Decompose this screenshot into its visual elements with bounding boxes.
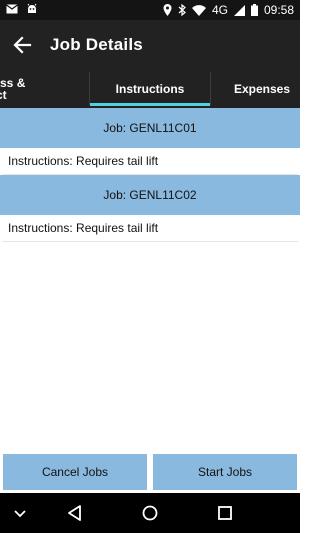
location-icon [163,4,172,16]
page-title: Job Details [50,35,143,54]
tab-expenses[interactable]: Expenses [234,70,300,108]
cancel-jobs-label: Cancel Jobs [41,465,109,479]
status-time: 09:58 [263,3,294,17]
status-bar: 4G 09:58 [0,0,300,20]
signal-icon [233,4,245,16]
back-triangle-icon[interactable] [65,503,85,523]
bluetooth-icon [178,4,186,16]
job-list: Job: GENL11C01 Instructions: Requires ta… [0,108,300,453]
tab-expenses-label: Expenses [234,82,291,96]
job-instructions-text: Instructions: Requires tail lift [8,154,159,168]
tab-selected-indicator [90,103,210,106]
wifi-icon [191,4,206,16]
cancel-jobs-button[interactable]: Cancel Jobs [3,454,147,490]
arrow-back-icon[interactable] [10,33,36,57]
job-title: Job: GENL11C01 [103,121,197,135]
recents-square-icon[interactable] [215,503,235,523]
job-instructions-text: Instructions: Requires tail lift [8,221,159,235]
job-instructions: Instructions: Requires tail lift [2,215,298,242]
app-bar: Job Details [0,20,300,70]
battery-icon [250,4,258,16]
tab-instructions-label: Instructions [115,82,185,96]
start-jobs-button[interactable]: Start Jobs [153,454,297,490]
tab-divider [210,72,211,105]
android-icon [27,3,37,13]
tab-address-label-line2: ntact [0,88,7,102]
job-title: Job: GENL11C02 [103,188,197,202]
status-right: 4G 09:58 [163,3,294,17]
job-header[interactable]: Job: GENL11C02 [0,175,300,215]
chevron-down-icon[interactable] [10,503,30,523]
job-instructions: Instructions: Requires tail lift [2,148,298,175]
tab-address-contact[interactable]: ldress & ntact [0,70,88,108]
network-label: 4G [211,3,228,17]
action-buttons: Cancel Jobs Start Jobs [0,453,300,493]
status-left [6,3,38,15]
mail-icon [6,4,18,14]
system-nav-bar [0,493,300,533]
home-circle-icon[interactable] [140,503,160,523]
job-header[interactable]: Job: GENL11C01 [0,108,300,148]
start-jobs-label: Start Jobs [197,465,253,479]
